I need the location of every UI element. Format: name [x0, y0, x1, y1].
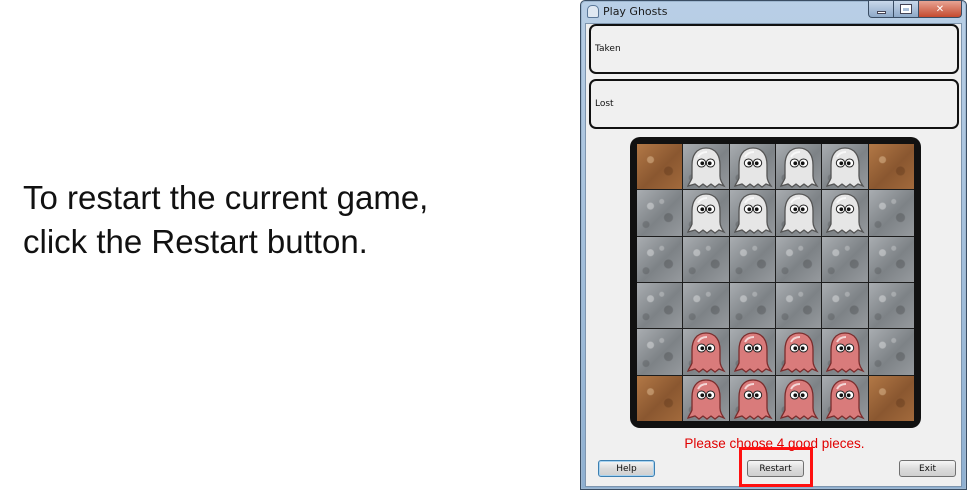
board-cell[interactable]: [868, 282, 914, 329]
board-cell[interactable]: [729, 236, 775, 282]
board-cell[interactable]: [683, 144, 729, 190]
instruction-prefix: click the: [23, 223, 152, 260]
board-cell[interactable]: [775, 282, 822, 329]
ghost-icon: [779, 379, 819, 420]
close-button[interactable]: ✕: [919, 1, 962, 18]
board-cell[interactable]: [683, 375, 729, 421]
ghost-icon: [733, 379, 773, 420]
ghost-icon: [687, 379, 727, 420]
board-corner-cell[interactable]: [637, 375, 683, 421]
instruction-line-2: click the Restart button.: [23, 220, 543, 264]
board-cell[interactable]: [729, 190, 775, 236]
taken-label: Taken: [595, 44, 621, 54]
maximize-button[interactable]: [894, 1, 919, 18]
board-cell[interactable]: [775, 144, 822, 190]
ghost-icon: [687, 193, 727, 235]
board-cell[interactable]: [683, 282, 729, 329]
board-cell[interactable]: [637, 190, 683, 236]
play-ghosts-window: Play Ghosts ✕ Taken Lost Please choose 4…: [580, 0, 967, 490]
ghost-icon: [826, 379, 866, 420]
ghost-icon: [779, 193, 819, 235]
window-client-area: Taken Lost Please choose 4 good pieces. …: [585, 23, 962, 487]
lost-panel: Lost: [589, 79, 959, 129]
exit-button[interactable]: Exit: [899, 460, 956, 477]
ghost-icon: [733, 193, 773, 235]
help-button[interactable]: Help: [598, 460, 655, 477]
minimize-button[interactable]: [868, 1, 894, 18]
board-cell[interactable]: [683, 190, 729, 236]
board-frame: [630, 137, 921, 428]
ghost-icon: [687, 332, 727, 374]
ghost-icon: [826, 147, 866, 188]
instruction-text: To restart the current game, click the R…: [23, 176, 543, 264]
board-cell[interactable]: [822, 329, 868, 375]
lost-label: Lost: [595, 99, 614, 109]
board-cell[interactable]: [729, 144, 775, 190]
ghost-icon: [733, 147, 773, 188]
board-corner-cell[interactable]: [868, 375, 914, 421]
ghost-icon: [779, 332, 819, 374]
board-cell[interactable]: [683, 236, 729, 282]
minimize-icon: [876, 10, 886, 14]
board-corner-cell[interactable]: [868, 144, 914, 190]
window-title: Play Ghosts: [603, 5, 668, 18]
board-cell[interactable]: [729, 282, 775, 329]
board-cell[interactable]: [822, 282, 868, 329]
board-cell[interactable]: [868, 236, 914, 282]
window-controls: ✕: [868, 1, 962, 18]
board-cell[interactable]: [775, 375, 822, 421]
board-cell[interactable]: [822, 375, 868, 421]
ghost-icon: [826, 332, 866, 374]
instruction-restart-word: Restart: [151, 223, 258, 260]
game-board: [637, 144, 914, 421]
ghost-icon: [826, 193, 866, 235]
instruction-suffix: button.: [257, 223, 368, 260]
board-corner-cell[interactable]: [637, 144, 683, 190]
title-bar[interactable]: Play Ghosts ✕: [581, 1, 966, 23]
board-cell[interactable]: [868, 329, 914, 375]
restart-highlight-box: [739, 447, 813, 487]
board-cell[interactable]: [822, 144, 868, 190]
board-cell[interactable]: [729, 329, 775, 375]
board-cell[interactable]: [822, 190, 868, 236]
board-cell[interactable]: [729, 375, 775, 421]
board-cell[interactable]: [822, 236, 868, 282]
board-cell[interactable]: [775, 236, 822, 282]
board-cell[interactable]: [868, 190, 914, 236]
instruction-line-1: To restart the current game,: [23, 179, 429, 216]
board-cell[interactable]: [637, 282, 683, 329]
board-cell[interactable]: [683, 329, 729, 375]
taken-panel: Taken: [589, 24, 959, 74]
board-cell[interactable]: [775, 190, 822, 236]
app-icon: [587, 5, 599, 18]
ghost-icon: [779, 147, 819, 188]
board-cell[interactable]: [637, 236, 683, 282]
ghost-icon: [687, 147, 727, 188]
close-icon: ✕: [935, 3, 945, 15]
ghost-icon: [733, 332, 773, 374]
board-cell[interactable]: [775, 329, 822, 375]
maximize-icon: [900, 4, 912, 14]
board-cell[interactable]: [637, 329, 683, 375]
